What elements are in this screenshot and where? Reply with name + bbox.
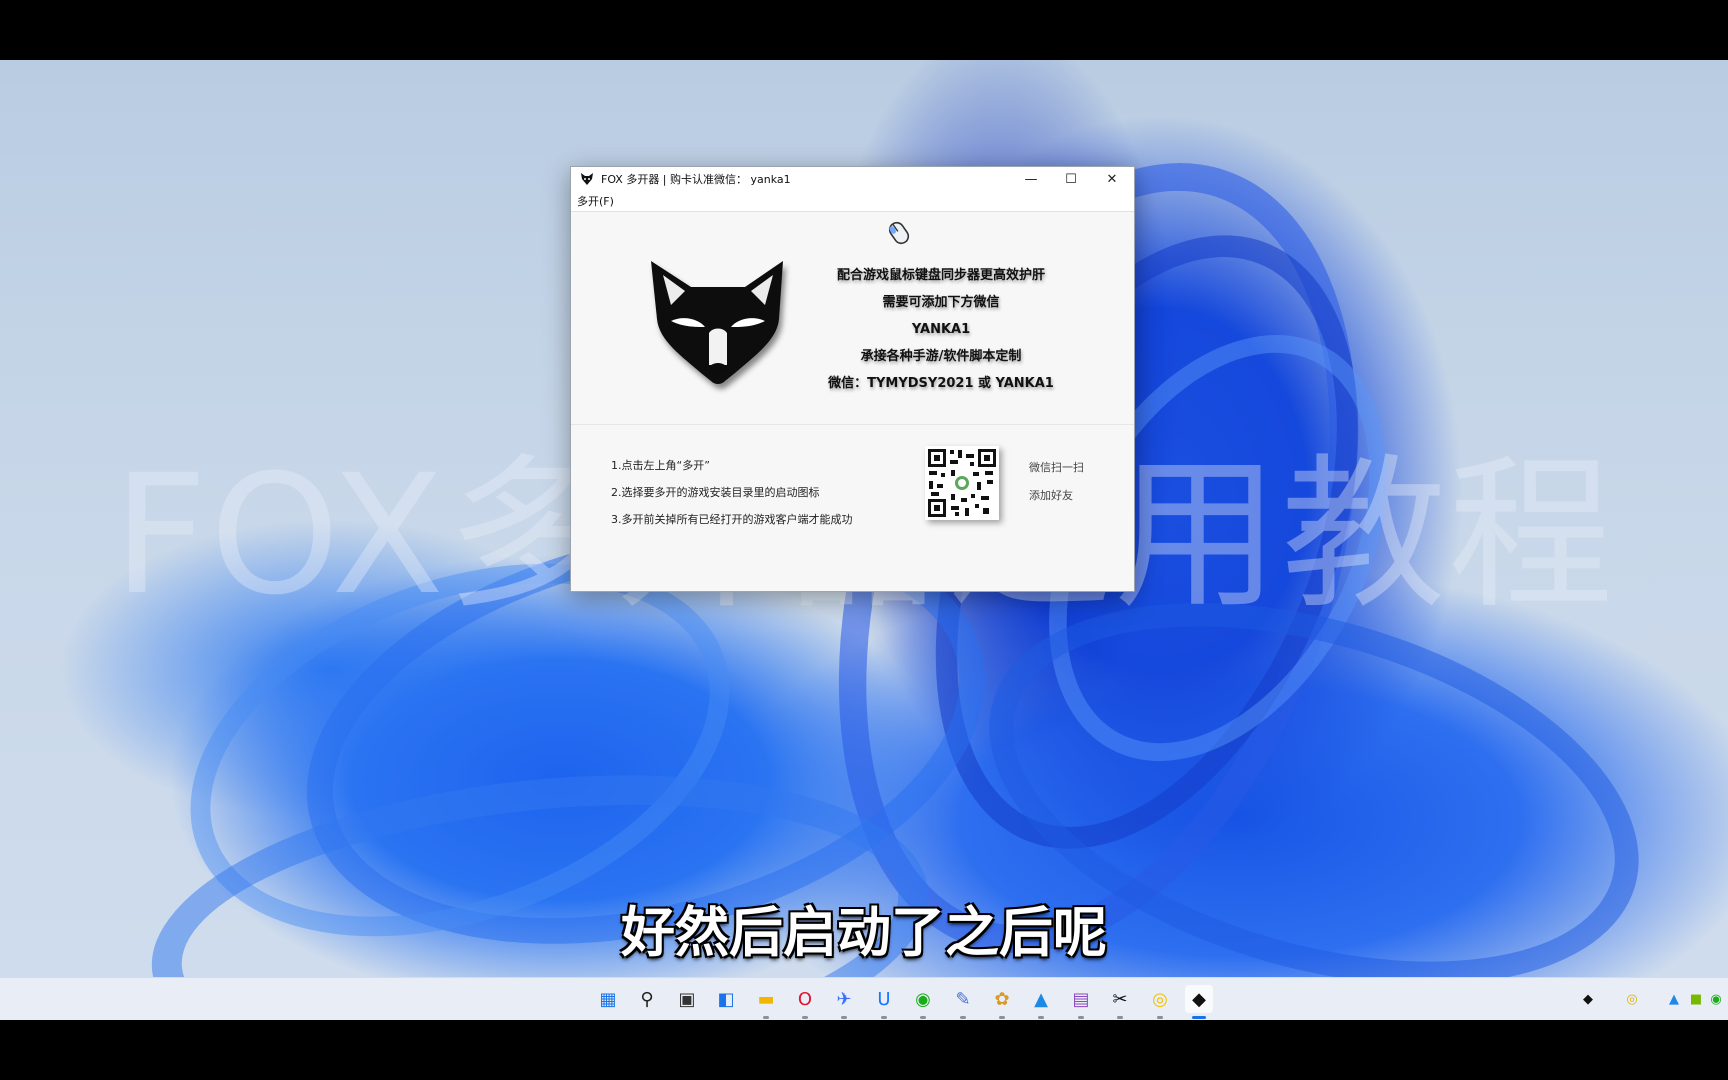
todesk-icon[interactable]: U bbox=[870, 985, 898, 1013]
app-icon-blue[interactable]: ▲ bbox=[1027, 985, 1055, 1013]
running-indicator bbox=[1117, 1016, 1123, 1019]
running-indicator bbox=[960, 1016, 966, 1019]
instruction-step: 1.点击左上角“多开” bbox=[611, 459, 710, 472]
widgets-icon[interactable]: ◧ bbox=[712, 985, 740, 1013]
menu-item-multi-open[interactable]: 多开(F) bbox=[571, 193, 620, 209]
letterbox-top bbox=[0, 0, 1728, 60]
mouse-icon bbox=[884, 218, 914, 252]
running-indicator bbox=[881, 1016, 887, 1019]
running-indicator bbox=[1038, 1016, 1044, 1019]
window-titlebar[interactable]: FOX 多开器 | 购卡认准微信： yanka1 — ☐ ✕ bbox=[571, 167, 1134, 191]
start-icon[interactable]: ▦ bbox=[594, 985, 622, 1013]
running-indicator bbox=[1192, 1016, 1206, 1019]
task-view-icon[interactable]: ▣ bbox=[673, 985, 701, 1013]
promo-line: 微信：TYMYDSY2021 或 YANKA1 bbox=[828, 376, 1054, 391]
feishu-icon[interactable]: ✈ bbox=[830, 985, 858, 1013]
wechat-qr-code bbox=[925, 446, 999, 520]
running-indicator bbox=[920, 1016, 926, 1019]
qr-caption: 微信扫一扫 添加好友 bbox=[1029, 454, 1084, 510]
running-indicator bbox=[802, 1016, 808, 1019]
running-indicator bbox=[763, 1016, 769, 1019]
minimize-button[interactable]: — bbox=[1011, 167, 1051, 191]
app-icon-yellow[interactable]: ◎ bbox=[1146, 985, 1174, 1013]
window-title: FOX 多开器 | 购卡认准微信： yanka1 bbox=[601, 173, 791, 186]
promo-line: 承接各种手游/软件脚本定制 bbox=[860, 349, 1022, 364]
tray-nvidia-icon[interactable]: ■ bbox=[1686, 989, 1706, 1009]
app-icon-tools[interactable]: ✎ bbox=[949, 985, 977, 1013]
promo-line: YANKA1 bbox=[911, 322, 971, 337]
file-explorer-icon[interactable]: ▬ bbox=[752, 985, 780, 1013]
promo-text-block: 配合游戏鼠标键盘同步器更高效护肝 需要可添加下方微信 YANKA1 承接各种手游… bbox=[801, 262, 1081, 397]
tray-app-icon[interactable]: ▲ bbox=[1664, 989, 1684, 1009]
video-subtitle: 好然后启动了之后呢 bbox=[621, 901, 1107, 964]
running-indicator bbox=[841, 1016, 847, 1019]
fox-multi-open-window: FOX 多开器 | 购卡认准微信： yanka1 — ☐ ✕ 多开(F) 配合游… bbox=[570, 166, 1135, 592]
promo-line: 配合游戏鼠标键盘同步器更高效护肝 bbox=[836, 268, 1045, 283]
capcut-icon[interactable]: ✂ bbox=[1106, 985, 1134, 1013]
promo-line: 需要可添加下方微信 bbox=[882, 295, 1000, 310]
running-indicator bbox=[1157, 1016, 1163, 1019]
qr-label-scan: 微信扫一扫 bbox=[1029, 461, 1084, 474]
taskbar: ▦ ⚲ ▣ ◧ ▬ O ✈ U ◉ ✎ ✿ ▲ ▤ ✂ ◎ ◆ ◆ ◎ ▲ ■ ◉ bbox=[0, 977, 1728, 1021]
instruction-step: 3.多开前关掉所有已经打开的游戏客户端才能成功 bbox=[611, 513, 853, 526]
menu-bar: 多开(F) bbox=[571, 191, 1134, 212]
instruction-step: 2.选择要多开的游戏安装目录里的启动图标 bbox=[611, 486, 820, 499]
fox-logo bbox=[643, 257, 793, 401]
fox-app-icon bbox=[579, 171, 595, 187]
winrar-icon[interactable]: ▤ bbox=[1067, 985, 1095, 1013]
tray-chat-icon[interactable]: ◉ bbox=[1706, 989, 1726, 1009]
wechat-icon[interactable]: ◉ bbox=[909, 985, 937, 1013]
running-indicator bbox=[1078, 1016, 1084, 1019]
opera-icon[interactable]: O bbox=[791, 985, 819, 1013]
maximize-button[interactable]: ☐ bbox=[1051, 167, 1091, 191]
app-icon-paint[interactable]: ✿ bbox=[988, 985, 1016, 1013]
section-divider bbox=[571, 424, 1134, 425]
qr-label-add-friend: 添加好友 bbox=[1029, 489, 1073, 502]
search-icon[interactable]: ⚲ bbox=[633, 985, 661, 1013]
close-button[interactable]: ✕ bbox=[1092, 167, 1132, 191]
window-content: 配合游戏鼠标键盘同步器更高效护肝 需要可添加下方微信 YANKA1 承接各种手游… bbox=[571, 212, 1134, 591]
fox-app-icon[interactable]: ◆ bbox=[1185, 985, 1213, 1013]
tray-fox-icon[interactable]: ◆ bbox=[1578, 989, 1598, 1009]
letterbox-bottom bbox=[0, 1020, 1728, 1080]
tray-yellow-icon[interactable]: ◎ bbox=[1622, 989, 1642, 1009]
running-indicator bbox=[999, 1016, 1005, 1019]
instructions-list: 1.点击左上角“多开” 2.选择要多开的游戏安装目录里的启动图标 3.多开前关掉… bbox=[611, 452, 853, 533]
